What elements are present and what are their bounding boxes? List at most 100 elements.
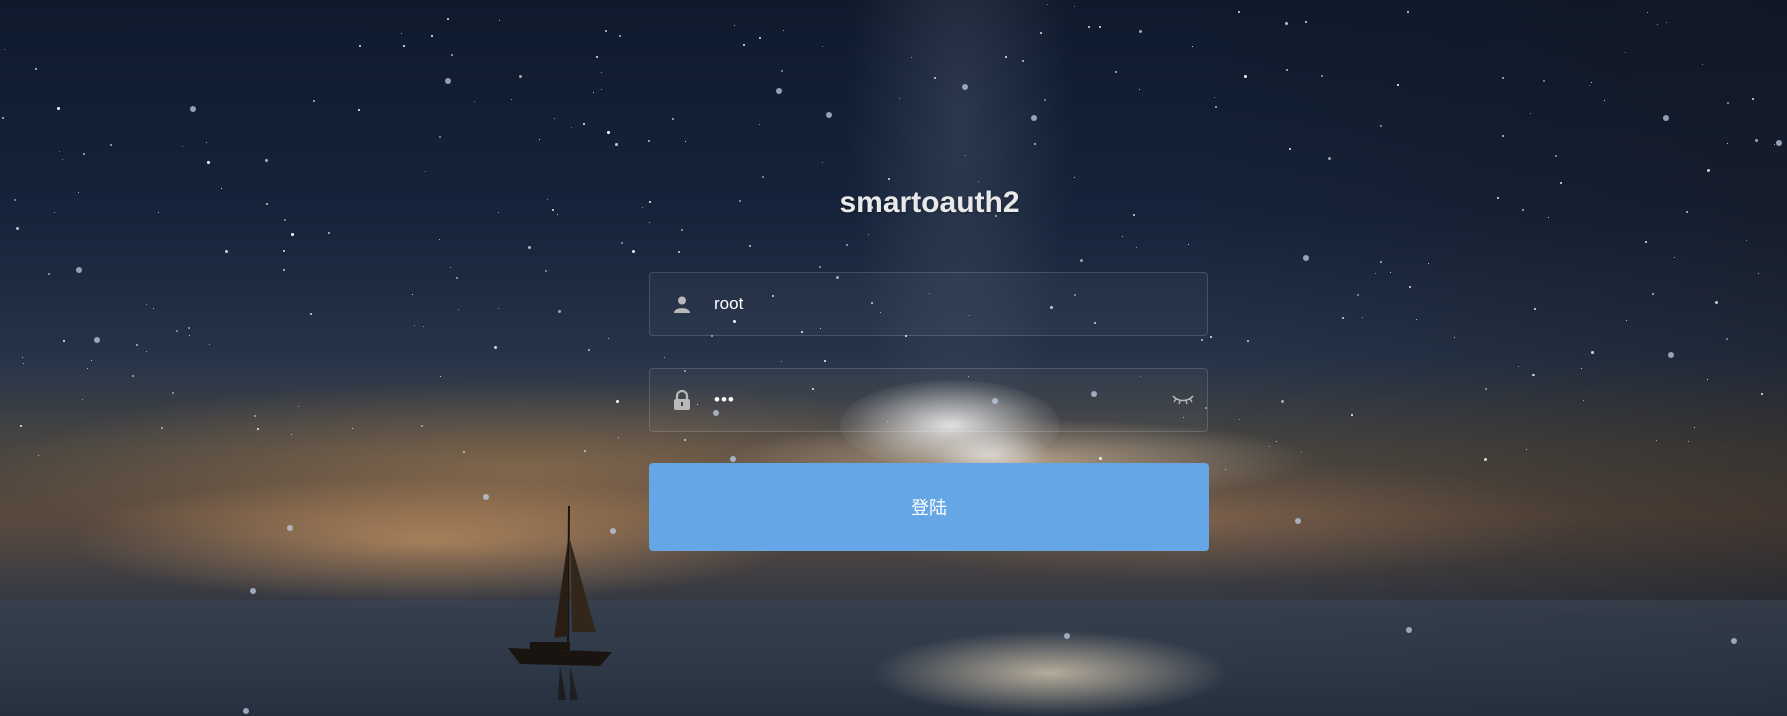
star-dot: [734, 25, 736, 27]
star-dot: [1389, 271, 1391, 273]
star-dot: [588, 348, 591, 351]
star-dot: [1073, 177, 1075, 179]
password-field[interactable]: [649, 368, 1208, 432]
star-dot: [1074, 6, 1076, 8]
star-dot: [821, 45, 823, 47]
eye-closed-icon[interactable]: [1159, 368, 1207, 432]
star-dot: [283, 218, 286, 221]
background-scene: [0, 0, 1787, 716]
star-dot: [583, 122, 586, 125]
star-dot: [1034, 142, 1037, 145]
star-dot: [615, 142, 619, 146]
star-dot: [298, 406, 299, 408]
star-dot: [254, 415, 257, 418]
star-dot: [420, 425, 423, 428]
star-dot: [221, 187, 223, 189]
star-dot: [357, 108, 360, 111]
star-dot: [1022, 60, 1025, 63]
star-dot: [1121, 235, 1123, 237]
star-dot: [423, 325, 425, 327]
star-dot: [35, 67, 38, 70]
snowflake-dot: [1295, 518, 1301, 524]
star-dot: [463, 451, 466, 454]
star-dot: [1751, 98, 1754, 100]
star-dot: [1655, 439, 1657, 441]
star-dot: [209, 343, 211, 345]
star-dot: [411, 294, 413, 296]
star-dot: [57, 107, 61, 111]
star-dot: [821, 161, 823, 163]
username-field[interactable]: [649, 272, 1208, 336]
snowflake-dot: [1031, 115, 1037, 121]
star-dot: [593, 91, 594, 93]
snowflake-dot: [287, 525, 293, 531]
star-dot: [474, 100, 476, 102]
star-dot: [109, 144, 112, 147]
star-dot: [551, 209, 554, 212]
star-dot: [557, 214, 559, 216]
star-dot: [1543, 79, 1546, 82]
star-dot: [1590, 350, 1594, 354]
snowflake-dot: [1303, 255, 1309, 261]
star-dot: [1726, 142, 1728, 144]
star-dot: [283, 250, 286, 253]
star-dot: [266, 203, 269, 206]
star-dot: [13, 199, 16, 202]
star-dot: [846, 243, 849, 246]
star-dot: [749, 244, 752, 247]
star-dot: [131, 375, 134, 378]
star-dot: [458, 309, 460, 311]
star-dot: [965, 154, 967, 156]
snowflake-dot: [250, 588, 256, 594]
star-dot: [451, 54, 454, 57]
star-dot: [135, 343, 138, 346]
star-dot: [63, 339, 66, 342]
star-dot: [61, 159, 63, 161]
star-dot: [758, 123, 760, 125]
star-dot: [1098, 456, 1102, 460]
star-dot: [283, 269, 286, 272]
star-dot: [899, 97, 901, 99]
star-dot: [1483, 457, 1487, 461]
star-dot: [499, 19, 501, 21]
password-input[interactable]: [714, 380, 1159, 420]
star-dot: [206, 161, 210, 165]
username-input[interactable]: [714, 284, 1207, 324]
background-reflection: [870, 630, 1230, 716]
star-dot: [1280, 399, 1284, 403]
star-dot: [558, 309, 562, 313]
snowflake-dot: [776, 88, 782, 94]
star-dot: [413, 325, 415, 327]
star-dot: [781, 70, 784, 73]
star-dot: [1745, 240, 1747, 242]
star-dot: [933, 76, 936, 79]
user-icon: [650, 272, 714, 336]
star-dot: [824, 360, 827, 363]
star-dot: [1725, 338, 1728, 340]
star-dot: [867, 233, 869, 235]
star-dot: [1139, 88, 1141, 90]
star-dot: [224, 249, 228, 253]
star-dot: [783, 29, 785, 31]
star-dot: [439, 239, 441, 241]
star-dot: [205, 141, 207, 143]
login-button[interactable]: 登陆: [649, 463, 1209, 551]
star-dot: [642, 207, 644, 209]
star-dot: [1532, 373, 1535, 376]
star-dot: [352, 428, 354, 429]
star-dot: [671, 118, 674, 121]
star-dot: [1754, 139, 1758, 143]
star-dot: [16, 227, 20, 231]
star-dot: [911, 56, 913, 58]
star-dot: [1485, 387, 1488, 390]
star-dot: [188, 326, 191, 329]
star-dot: [157, 211, 159, 213]
snowflake-dot: [730, 456, 736, 462]
snowflake-dot: [243, 708, 249, 714]
star-dot: [1588, 84, 1590, 86]
snowflake-dot: [94, 337, 100, 343]
star-dot: [1, 117, 4, 120]
star-dot: [1701, 63, 1703, 65]
star-dot: [1361, 316, 1363, 318]
snowflake-dot: [1776, 140, 1782, 146]
